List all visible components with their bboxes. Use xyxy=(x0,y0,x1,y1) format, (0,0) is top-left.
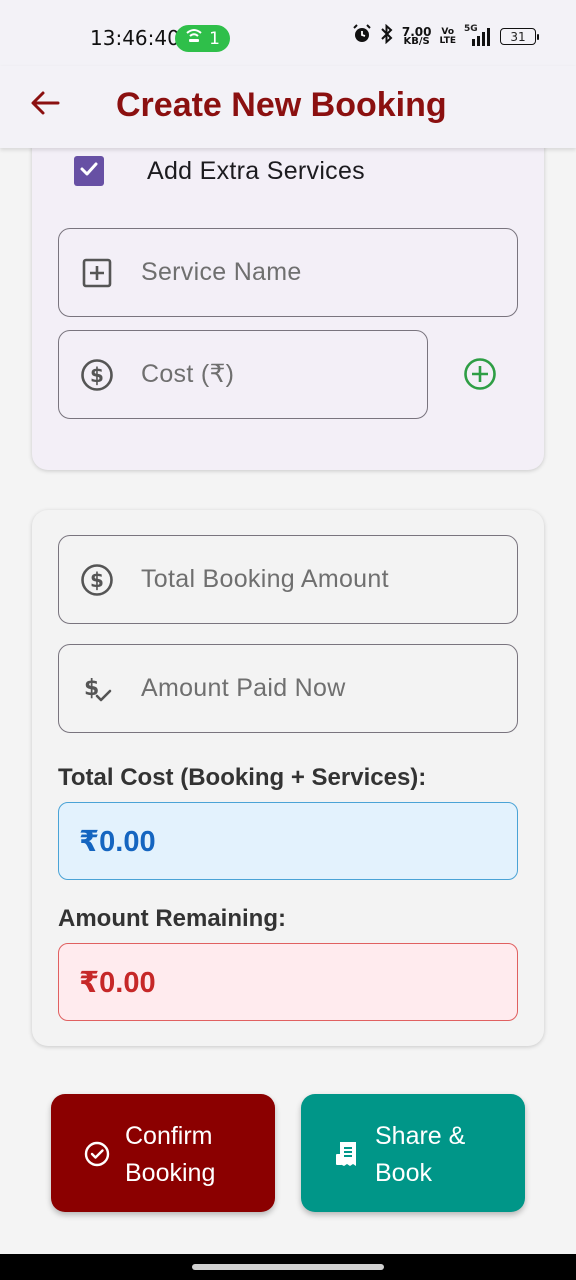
system-nav-bar xyxy=(0,1254,576,1280)
svg-text:$: $ xyxy=(90,363,104,387)
check-icon xyxy=(78,158,100,185)
page-title: Create New Booking xyxy=(116,86,447,124)
share-and-book-label: Share & Book xyxy=(375,1122,466,1187)
bluetooth-icon xyxy=(380,23,394,49)
amount-remaining-label: Amount Remaining: xyxy=(58,905,286,932)
total-cost-value: ₹0.00 xyxy=(58,802,518,880)
battery-icon: 31 xyxy=(500,28,539,45)
cost-field[interactable]: $ xyxy=(58,330,428,419)
dollar-circle-icon: $ xyxy=(79,562,115,598)
service-name-field[interactable] xyxy=(58,228,518,317)
system-icons: 7.00 KB/S Vo LTE 5G 31 xyxy=(352,23,539,49)
add-extra-services-row[interactable]: Add Extra Services xyxy=(74,156,365,186)
amount-paid-field[interactable]: $ xyxy=(58,644,518,733)
clock: 13:46:40 xyxy=(90,26,180,50)
paid-icon: $ xyxy=(79,671,115,707)
back-button[interactable] xyxy=(28,88,62,122)
check-circle-icon xyxy=(83,1140,111,1168)
add-extra-services-label: Add Extra Services xyxy=(147,156,365,185)
hotspot-icon xyxy=(185,28,203,49)
svg-text:$: $ xyxy=(90,568,104,592)
volte-indicator: Vo LTE xyxy=(439,26,456,46)
total-booking-amount-input[interactable] xyxy=(141,536,505,623)
alarm-icon xyxy=(352,24,372,49)
confirm-booking-label: Confirm Booking xyxy=(125,1122,216,1187)
receipt-icon xyxy=(333,1140,361,1168)
add-box-icon xyxy=(79,255,115,291)
dollar-circle-icon: $ xyxy=(79,357,115,393)
hotspot-count: 1 xyxy=(209,28,220,49)
hotspot-indicator: 1 xyxy=(175,25,230,52)
signal-icon: 5G xyxy=(464,24,492,46)
amount-remaining-value: ₹0.00 xyxy=(58,943,518,1021)
add-service-button[interactable] xyxy=(462,357,498,396)
arrow-back-icon xyxy=(30,90,60,121)
total-cost-label: Total Cost (Booking + Services): xyxy=(58,764,427,791)
total-booking-amount-field[interactable]: $ xyxy=(58,535,518,624)
app-bar: Create New Booking xyxy=(0,66,576,148)
service-name-input[interactable] xyxy=(141,229,505,316)
extra-services-card: Add Extra Services $ xyxy=(32,110,544,470)
cost-input[interactable] xyxy=(141,331,415,418)
share-and-book-button[interactable]: Share & Book xyxy=(301,1094,525,1212)
status-bar: 13:46:40 1 7.00 KB/S Vo LTE 5G 31 xyxy=(0,0,576,66)
net-speed: 7.00 KB/S xyxy=(401,24,432,47)
home-gesture-handle[interactable] xyxy=(192,1264,384,1270)
add-circle-icon xyxy=(463,357,497,396)
confirm-booking-button[interactable]: Confirm Booking xyxy=(51,1094,275,1212)
totals-card: $ $ Total Cost (Booking + Services): ₹0.… xyxy=(32,510,544,1046)
add-extra-services-checkbox[interactable] xyxy=(74,156,104,186)
amount-paid-input[interactable] xyxy=(141,645,505,732)
